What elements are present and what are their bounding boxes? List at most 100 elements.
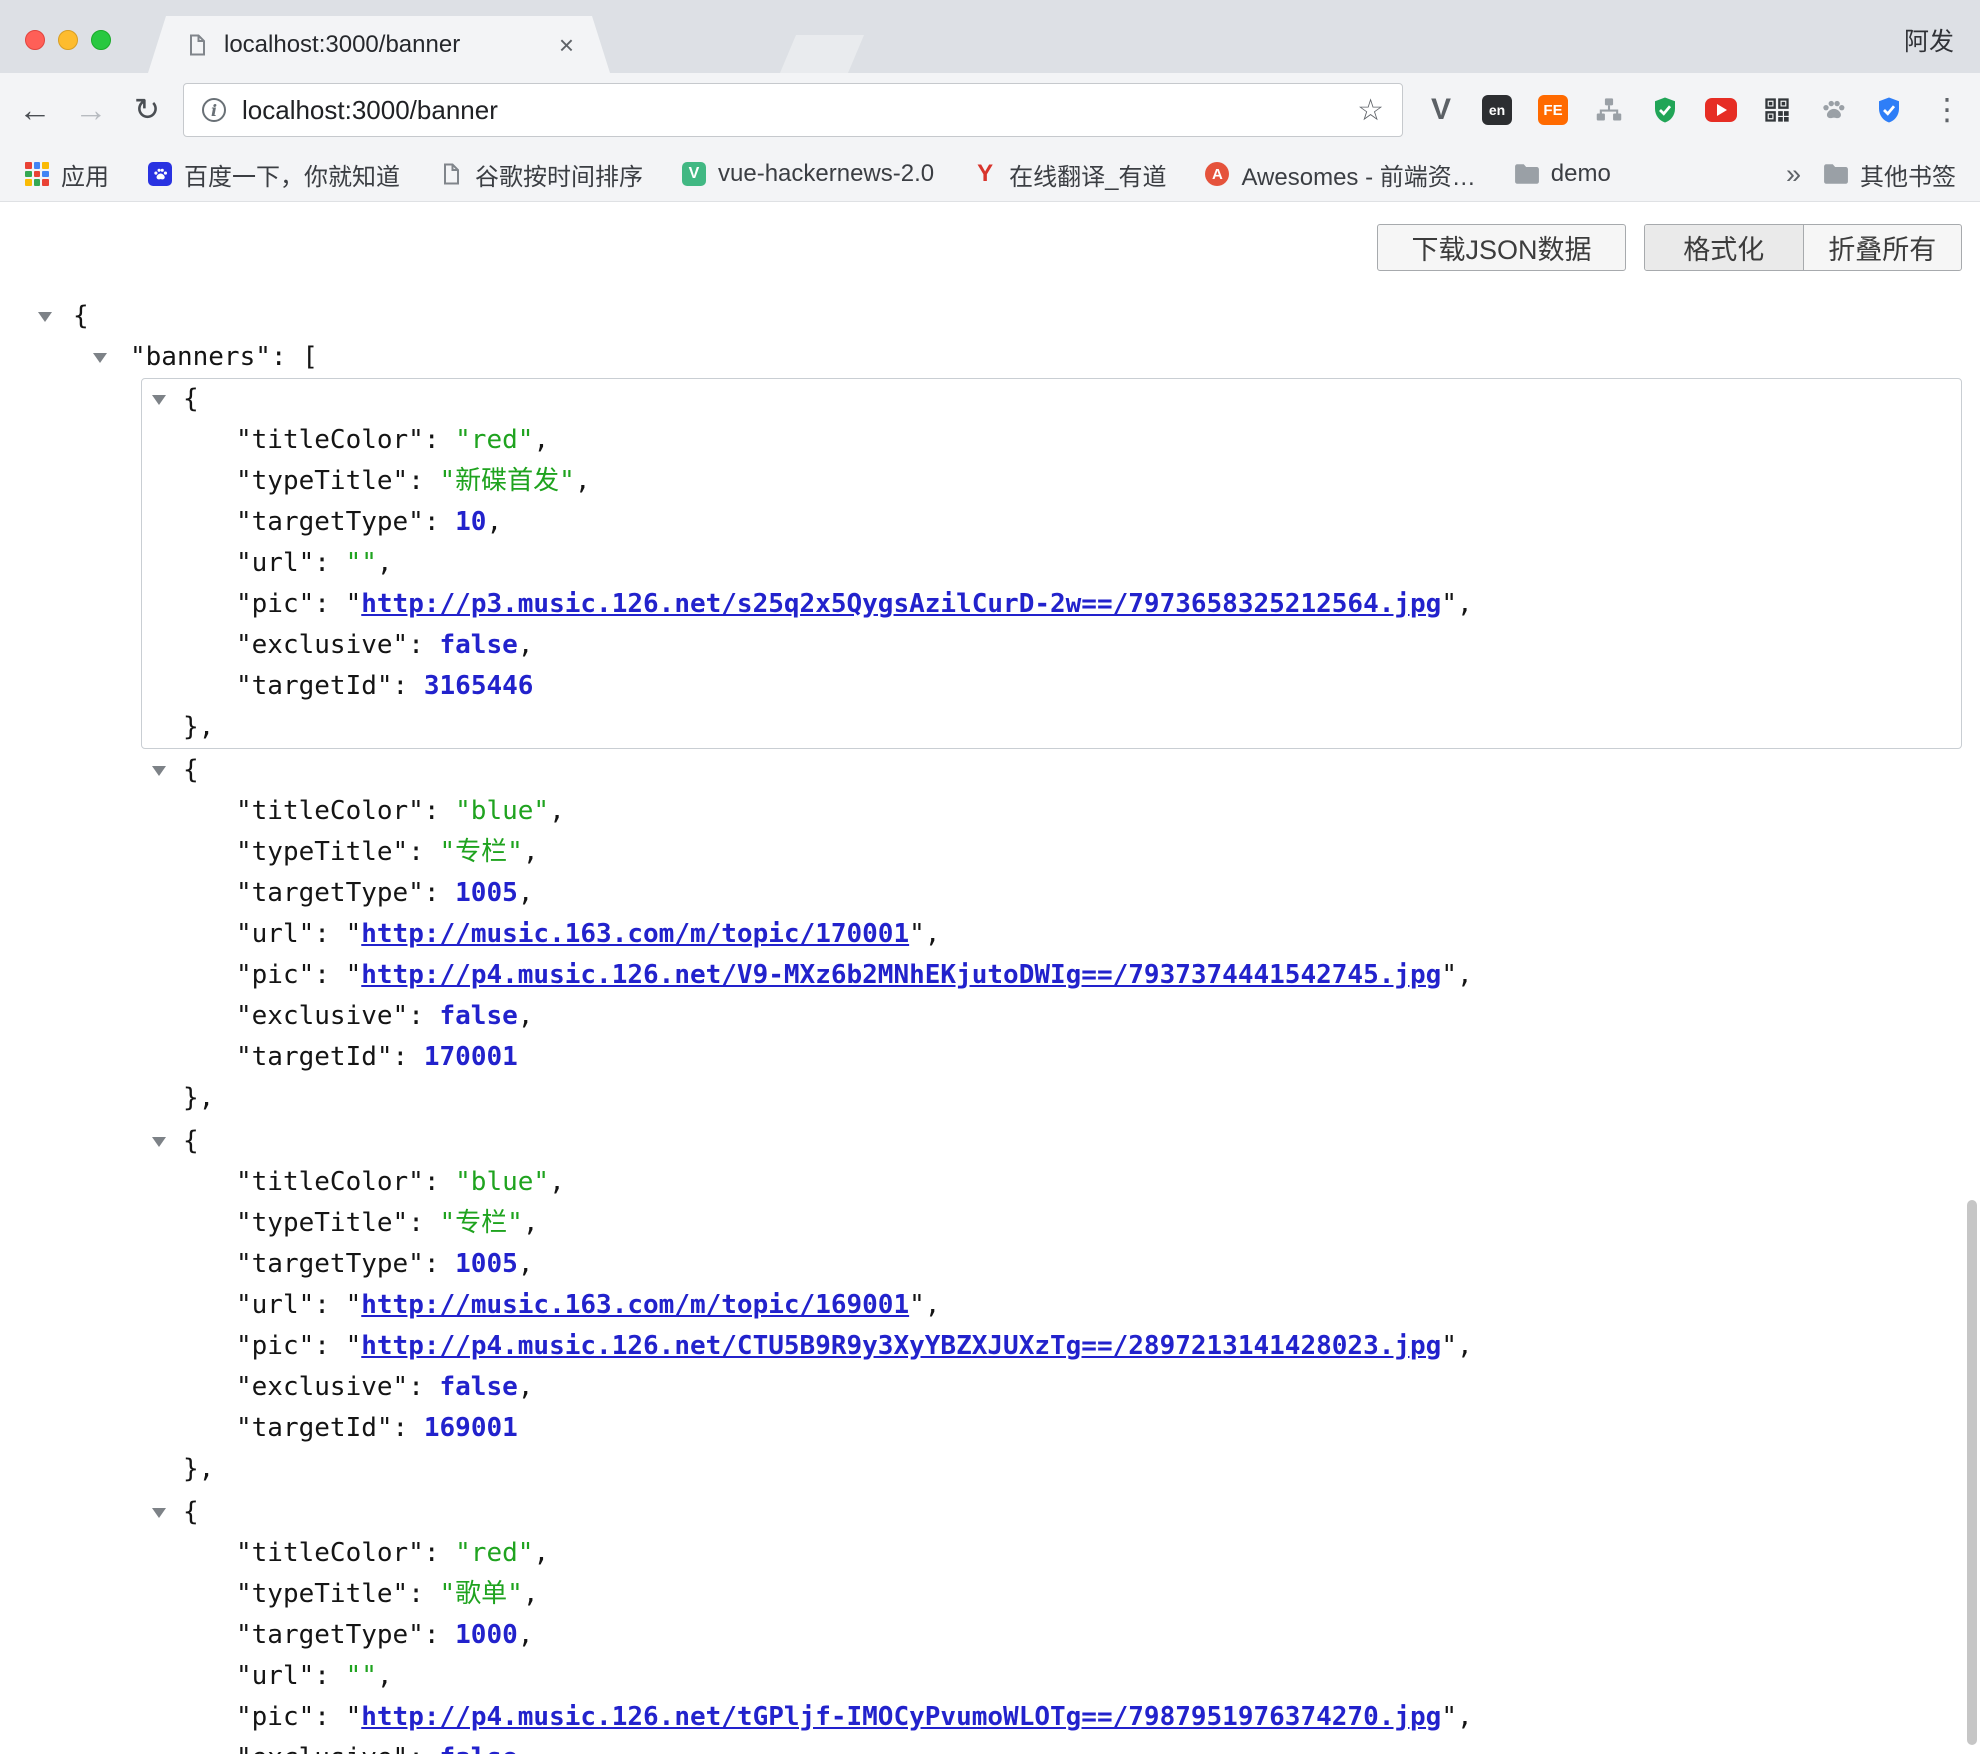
download-json-button[interactable]: 下载JSON数据 xyxy=(1377,224,1626,271)
youtube-icon[interactable] xyxy=(1704,93,1738,127)
bookmark-label: 其他书签 xyxy=(1860,157,1956,192)
json-line: "url": "http://music.163.com/m/topic/169… xyxy=(142,1285,1961,1326)
browser-tab[interactable]: localhost:3000/banner × xyxy=(148,16,610,73)
json-link[interactable]: http://p4.music.126.net/tGPljf-IMOCyPvum… xyxy=(361,1702,1441,1732)
collapse-toggle-icon[interactable] xyxy=(38,312,52,322)
json-line: "url": "http://music.163.com/m/topic/170… xyxy=(142,914,1961,955)
json-line: }, xyxy=(142,1078,1961,1119)
json-tree: {"banners": [{"titleColor": "red","typeT… xyxy=(0,296,1980,1754)
json-link[interactable]: http://p3.music.126.net/s25q2x5QygsAzilC… xyxy=(361,589,1441,619)
fe-icon[interactable]: FE xyxy=(1536,93,1570,127)
format-button[interactable]: 格式化 xyxy=(1645,225,1803,270)
bookmark-label: 在线翻译_有道 xyxy=(1009,157,1166,192)
bookmark-star-icon[interactable]: ☆ xyxy=(1357,93,1384,128)
json-line: { xyxy=(142,750,1961,791)
bookmark-label: vue-hackernews-2.0 xyxy=(718,160,934,188)
profile-name[interactable]: 阿发 xyxy=(1904,22,1954,58)
json-line: }, xyxy=(142,1449,1961,1490)
new-tab-button[interactable] xyxy=(780,35,864,73)
json-object: {"titleColor": "blue","typeTitle": "专栏",… xyxy=(141,749,1962,1120)
json-object: {"titleColor": "red","typeTitle": "歌单","… xyxy=(141,1491,1962,1754)
json-line: "targetType": 1005, xyxy=(142,873,1961,914)
json-link[interactable]: http://p4.music.126.net/V9-MXz6b2MNhEKju… xyxy=(361,960,1441,990)
json-line: "pic": "http://p4.music.126.net/V9-MXz6b… xyxy=(142,955,1961,996)
json-line: "url": "", xyxy=(142,543,1961,584)
v-icon[interactable]: V xyxy=(1424,93,1458,127)
json-link[interactable]: http://music.163.com/m/topic/169001 xyxy=(361,1290,909,1320)
json-line: "titleColor": "red", xyxy=(142,420,1961,461)
address-bar-url[interactable]: localhost:3000/banner xyxy=(242,95,1357,126)
bookmark-item[interactable]: demo xyxy=(1514,160,1611,188)
json-line: "targetType": 10, xyxy=(142,502,1961,543)
bookmark-item[interactable]: Y 在线翻译_有道 xyxy=(972,157,1166,192)
bookmark-label: Awesomes - 前端资… xyxy=(1241,157,1475,192)
json-line: "pic": "http://p4.music.126.net/tGPljf-I… xyxy=(142,1697,1961,1738)
json-line: "titleColor": "blue", xyxy=(142,791,1961,832)
collapse-toggle-icon[interactable] xyxy=(152,395,166,405)
extensions-row: Ven FE xyxy=(1424,93,1906,127)
folder-icon xyxy=(1823,161,1849,187)
browser-toolbar: ← → ↻ localhost:3000/banner ☆ Ven FE ⋮ xyxy=(0,73,1980,147)
kebab-menu-icon[interactable]: ⋮ xyxy=(1932,93,1962,128)
tab-close-icon[interactable]: × xyxy=(559,32,574,58)
youdao-icon: Y xyxy=(972,161,998,187)
bookmark-item[interactable]: 百度一下，你就知道 xyxy=(147,157,400,192)
tab-favicon-icon xyxy=(184,32,210,58)
window-close-button[interactable] xyxy=(25,30,45,50)
bookmark-label: 谷歌按时间排序 xyxy=(475,157,643,192)
json-line: "targetType": 1000, xyxy=(142,1615,1961,1656)
en-translate-icon[interactable]: en xyxy=(1480,93,1514,127)
address-bar[interactable]: localhost:3000/banner ☆ xyxy=(183,83,1403,137)
window-zoom-button[interactable] xyxy=(91,30,111,50)
json-line: "typeTitle": "专栏", xyxy=(142,832,1961,873)
json-line: "pic": "http://p4.music.126.net/CTU5B9R9… xyxy=(142,1326,1961,1367)
json-line: "targetId": 169001 xyxy=(142,1408,1961,1449)
baidu-icon xyxy=(147,161,173,187)
collapse-toggle-icon[interactable] xyxy=(152,1137,166,1147)
json-object: {"titleColor": "blue","typeTitle": "专栏",… xyxy=(141,1120,1962,1491)
paw-icon[interactable] xyxy=(1816,93,1850,127)
tab-title: localhost:3000/banner xyxy=(224,31,559,59)
bookmarks-overflow-icon[interactable]: » xyxy=(1764,159,1823,190)
json-line: { xyxy=(142,379,1961,420)
bookmark-label: 应用 xyxy=(61,157,109,192)
bookmark-item[interactable]: AAwesomes - 前端资… xyxy=(1204,157,1475,192)
collapse-toggle-icon[interactable] xyxy=(93,353,107,363)
bookmarks-items: 应用 百度一下，你就知道 谷歌按时间排序 Vvue-hackernews-2.0 Y 在线… xyxy=(24,157,1649,192)
browser-titlebar: localhost:3000/banner × 阿发 xyxy=(0,0,1980,73)
vue-icon: V xyxy=(681,161,707,187)
bookmark-item[interactable]: 谷歌按时间排序 xyxy=(438,157,643,192)
window-minimize-button[interactable] xyxy=(58,30,78,50)
qr-code-icon[interactable] xyxy=(1760,93,1794,127)
folder-icon xyxy=(1514,161,1540,187)
collapse-toggle-icon[interactable] xyxy=(152,766,166,776)
scrollbar-thumb[interactable] xyxy=(1967,1200,1977,1745)
bookmark-other-bookmarks[interactable]: 其他书签 xyxy=(1823,157,1956,192)
json-line: "url": "", xyxy=(142,1656,1961,1697)
json-line: "banners": [ xyxy=(0,337,1980,378)
format-collapse-group: 格式化 折叠所有 xyxy=(1644,224,1962,271)
group-icon[interactable] xyxy=(1592,93,1626,127)
json-line: "titleColor": "red", xyxy=(142,1533,1961,1574)
green-shield-icon[interactable] xyxy=(1648,93,1682,127)
json-line: { xyxy=(0,296,1980,337)
bookmark-label: 百度一下，你就知道 xyxy=(184,157,400,192)
json-line: "typeTitle": "歌单", xyxy=(142,1574,1961,1615)
collapse-toggle-icon[interactable] xyxy=(152,1508,166,1518)
json-line: "targetType": 1005, xyxy=(142,1244,1961,1285)
bookmarks-bar: 应用 百度一下，你就知道 谷歌按时间排序 Vvue-hackernews-2.0 Y 在线… xyxy=(0,147,1980,202)
bookmark-item[interactable]: Vvue-hackernews-2.0 xyxy=(681,160,934,188)
json-line: "titleColor": "blue", xyxy=(142,1162,1961,1203)
bookmark-item[interactable]: 应用 xyxy=(24,157,109,192)
json-line: "targetId": 3165446 xyxy=(142,666,1961,707)
page-info-icon[interactable] xyxy=(202,98,226,122)
forward-icon[interactable]: → xyxy=(68,91,114,129)
back-icon[interactable]: ← xyxy=(12,91,58,129)
page-icon xyxy=(438,161,464,187)
collapse-all-button[interactable]: 折叠所有 xyxy=(1803,225,1962,270)
reload-icon[interactable]: ↻ xyxy=(124,92,170,128)
json-link[interactable]: http://p4.music.126.net/CTU5B9R9y3XyYBZX… xyxy=(361,1331,1441,1361)
json-link[interactable]: http://music.163.com/m/topic/170001 xyxy=(361,919,909,949)
json-line: "exclusive": false, xyxy=(142,996,1961,1037)
blue-shield-icon[interactable] xyxy=(1872,93,1906,127)
